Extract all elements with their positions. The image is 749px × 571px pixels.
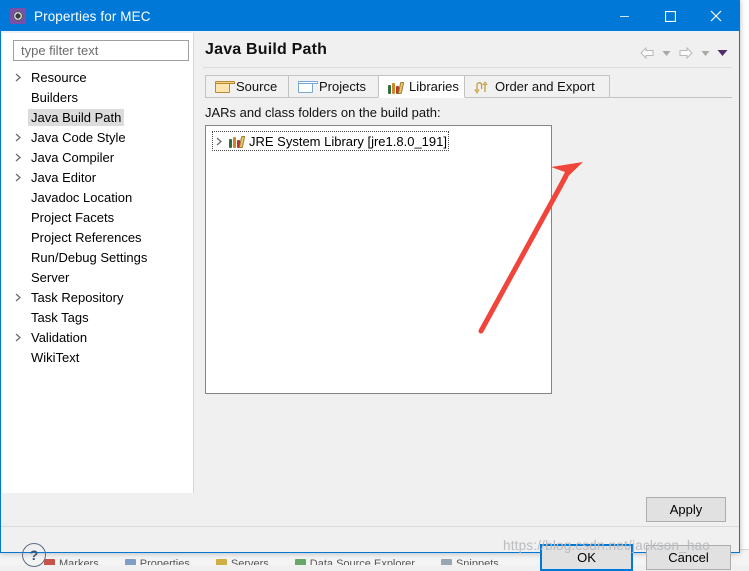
gear-icon: [10, 8, 26, 24]
chevron-right-icon[interactable]: [215, 137, 229, 146]
books-icon: [388, 80, 405, 94]
properties-icon: [124, 558, 136, 565]
markers-icon: [44, 558, 55, 565]
sidebar-item-label: Validation: [31, 329, 88, 345]
background-tab-properties[interactable]: Properties: [124, 558, 190, 565]
list-item-label: JRE System Library [jre1.8.0_191]: [249, 133, 447, 149]
background-tab-label: Servers: [230, 558, 269, 565]
sidebar-item-java-editor[interactable]: Java Editor: [2, 167, 193, 187]
sidebar-item-project-references[interactable]: Project References: [2, 227, 193, 247]
project-folder-icon: [298, 80, 318, 94]
tab-source[interactable]: Source: [205, 75, 289, 98]
settings-tree: Resource Builders Java Build Path Java C…: [2, 67, 193, 493]
tab-label: Libraries: [409, 79, 459, 94]
sidebar-item-task-tags[interactable]: Task Tags: [2, 307, 193, 327]
background-tab-label: Snippets: [455, 558, 499, 565]
sidebar-item-wikitext[interactable]: WikiText: [2, 347, 193, 367]
button-label: Apply: [669, 502, 703, 517]
chevron-down-icon[interactable]: [659, 44, 674, 62]
sidebar-item-run-debug-settings[interactable]: Run/Debug Settings: [2, 247, 193, 267]
help-question-icon[interactable]: ?: [22, 543, 46, 567]
close-button[interactable]: [693, 1, 739, 31]
sidebar-item-label: Resource: [31, 69, 87, 85]
filter-box[interactable]: [13, 40, 189, 61]
tab-label: Order and Export: [495, 79, 595, 94]
sidebar-item-project-facets[interactable]: Project Facets: [2, 207, 193, 227]
group-label: JARs and class folders on the build path…: [205, 105, 441, 120]
background-tab-label: Properties: [139, 558, 190, 565]
properties-dialog: Properties for MEC type filter text Reso…: [0, 0, 740, 571]
sidebar-item-java-build-path[interactable]: Java Build Path: [2, 107, 193, 127]
triangle-down-icon[interactable]: [715, 44, 730, 62]
chevron-right-icon[interactable]: [14, 152, 28, 162]
settings-page: Java Build Path Source Projects Librarie…: [195, 33, 738, 493]
tab-label: Source: [236, 79, 278, 94]
tab-label: Projects: [319, 79, 366, 94]
sidebar-item-label: Server: [31, 269, 70, 285]
header-divider: [203, 67, 732, 68]
sidebar-item-java-code-style[interactable]: Java Code Style: [2, 127, 193, 147]
minimize-button[interactable]: [601, 1, 647, 31]
tab-bar: Source Projects Libraries Order and Expo…: [205, 74, 732, 98]
forward-arrow-icon[interactable]: [676, 44, 696, 62]
chevron-right-icon[interactable]: [14, 332, 28, 342]
sidebar-item-task-repository[interactable]: Task Repository: [2, 287, 193, 307]
dialog-title-bar: Properties for MEC: [1, 1, 739, 31]
sidebar-item-label: Task Tags: [31, 309, 89, 325]
sidebar-item-builders[interactable]: Builders: [2, 87, 193, 107]
background-tab-servers[interactable]: Servers: [215, 558, 269, 565]
sidebar-item-label: Project References: [31, 229, 142, 245]
chevron-right-icon[interactable]: [14, 292, 28, 302]
page-title: Java Build Path: [205, 41, 328, 58]
sidebar-item-label: WikiText: [31, 349, 80, 365]
order-export-icon: [474, 80, 490, 94]
source-folder-icon: [215, 80, 235, 94]
list-item[interactable]: JRE System Library [jre1.8.0_191]: [212, 131, 449, 151]
apply-button[interactable]: Apply: [646, 497, 726, 522]
sidebar-item-java-compiler[interactable]: Java Compiler: [2, 147, 193, 167]
sidebar-item-label: Run/Debug Settings: [31, 249, 148, 265]
chevron-right-icon[interactable]: [14, 72, 28, 82]
tab-projects[interactable]: Projects: [288, 75, 379, 98]
tab-order-and-export[interactable]: Order and Export: [464, 75, 610, 98]
snippets-icon: [440, 558, 452, 565]
help-glyph: ?: [29, 547, 39, 563]
page-nav: [637, 44, 730, 62]
sidebar-item-javadoc-location[interactable]: Javadoc Location: [2, 187, 193, 207]
sidebar-item-validation[interactable]: Validation: [2, 327, 193, 347]
chevron-right-icon[interactable]: [14, 132, 28, 142]
sidebar-item-label: Java Code Style: [31, 129, 126, 145]
sidebar-item-label: Task Repository: [31, 289, 124, 305]
sidebar-item-label: Java Compiler: [31, 149, 115, 165]
datasource-icon: [294, 558, 306, 565]
search-input[interactable]: [19, 42, 188, 59]
sidebar-item-resource[interactable]: Resource: [2, 67, 193, 87]
pane-divider: [193, 33, 194, 493]
back-arrow-icon[interactable]: [637, 44, 657, 62]
maximize-button[interactable]: [647, 1, 693, 31]
background-tab-snippets[interactable]: Snippets: [440, 558, 499, 565]
sidebar-item-server[interactable]: Server: [2, 267, 193, 287]
background-tab-label: Data Source Explorer: [309, 558, 415, 565]
settings-sidebar: Resource Builders Java Build Path Java C…: [2, 33, 193, 493]
sidebar-item-label: Project Facets: [31, 209, 115, 225]
sidebar-item-label: Builders: [31, 89, 78, 105]
dialog-title: Properties for MEC: [34, 8, 151, 24]
servers-icon: [215, 558, 227, 565]
build-path-list[interactable]: JRE System Library [jre1.8.0_191]: [205, 125, 552, 394]
sidebar-item-label: Java Editor: [31, 169, 97, 185]
chevron-down-icon[interactable]: [698, 44, 713, 62]
sidebar-item-label: Java Build Path: [28, 108, 125, 126]
books-icon: [229, 134, 246, 148]
background-tab-label: Markers: [59, 558, 99, 565]
sidebar-item-label: Javadoc Location: [31, 189, 133, 205]
window-controls: [601, 1, 739, 31]
tab-libraries[interactable]: Libraries: [378, 75, 465, 98]
chevron-right-icon[interactable]: [14, 172, 28, 182]
watermark-text: https://blog.csdn.net/jackson_hao: [503, 538, 710, 553]
background-tab-data-source-explorer[interactable]: Data Source Explorer: [294, 558, 415, 565]
background-tab-markers[interactable]: Markers: [44, 558, 99, 565]
